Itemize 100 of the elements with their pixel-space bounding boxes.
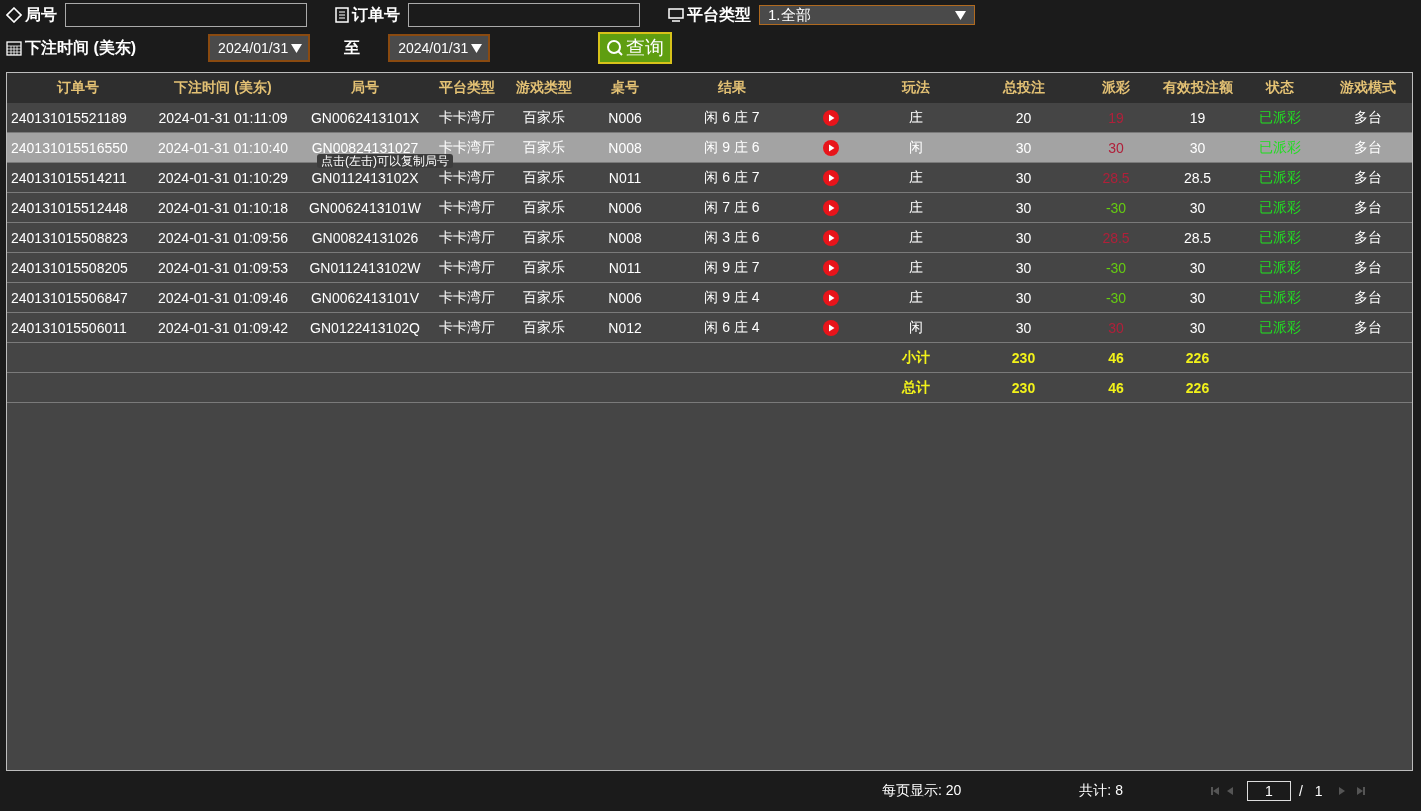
- round-number-cell[interactable]: GN0062413101W: [297, 199, 433, 216]
- table-number-cell-text: N006: [607, 109, 643, 126]
- round-number-cell[interactable]: GN0112413102W: [297, 259, 433, 276]
- payout-cell-text: 28.5: [1101, 229, 1131, 246]
- play-icon[interactable]: [823, 139, 839, 156]
- total-bet-cell-text: 30: [1014, 259, 1033, 276]
- column-header: 结果: [717, 79, 747, 97]
- column-header: 局号: [350, 79, 380, 97]
- order-number-cell-text: 240131015514211: [10, 169, 128, 186]
- total-bet-sum: 230: [1010, 349, 1037, 366]
- valid-bet-cell-text: 28.5: [1182, 229, 1213, 246]
- date-from-select[interactable]: 2024/01/31: [208, 34, 311, 62]
- monitor-icon: [668, 7, 684, 23]
- caret-icon: [955, 10, 966, 20]
- calendar-icon: [6, 40, 22, 56]
- bet-time-cell-text: 2024-01-31 01:10:18: [157, 199, 289, 216]
- total-label: 总计: [900, 378, 931, 397]
- play-icon[interactable]: [823, 319, 839, 336]
- bet-time-cell-text: 2024-01-31 01:09:46: [157, 289, 289, 306]
- result-cell-text: 闲 6 庄 7: [703, 108, 761, 127]
- column-header: 订单号: [55, 79, 100, 97]
- game-mode-cell-text: 多台: [1352, 228, 1383, 247]
- round-number-cell[interactable]: GN0112413102X: [297, 169, 433, 186]
- total-bet-cell-text: 30: [1014, 139, 1033, 156]
- game-type-cell-text: 百家乐: [522, 288, 566, 307]
- order-number-cell-text: 240131015512448: [10, 199, 129, 216]
- status-cell-text: 已派彩: [1258, 138, 1302, 157]
- column-header: 有效投注额: [1161, 79, 1234, 97]
- page-size-text: 每页显示: 20: [882, 782, 962, 800]
- platform-select[interactable]: 1.全部: [759, 5, 975, 25]
- round-number-cell[interactable]: GN0122413102Q: [297, 319, 433, 336]
- caret-icon: [471, 43, 483, 53]
- play-icon[interactable]: [823, 169, 839, 186]
- platform-cell-text: 卡卡湾厅: [438, 288, 496, 307]
- order-number-cell-text: 240131015516550: [10, 139, 129, 156]
- platform-cell-text: 卡卡湾厅: [438, 258, 496, 277]
- order-number-cell-text: 240131015506847: [10, 289, 129, 306]
- bet-time-cell-text: 2024-01-31 01:11:09: [157, 109, 289, 126]
- game-mode-cell-text: 多台: [1352, 198, 1383, 217]
- column-header: 状态: [1264, 79, 1295, 97]
- platform-cell-text: 卡卡湾厅: [438, 168, 496, 187]
- result-cell-text: 闲 9 庄 7: [703, 258, 761, 277]
- status-cell-text: 已派彩: [1258, 168, 1302, 187]
- status-cell-text: 已派彩: [1258, 258, 1302, 277]
- table-number-cell-text: N011: [607, 169, 643, 186]
- status-cell-text: 已派彩: [1258, 318, 1302, 337]
- platform-cell-text: 卡卡湾厅: [438, 108, 496, 127]
- game-type-cell-text: 百家乐: [522, 168, 566, 187]
- game-mode-cell-text: 多台: [1352, 138, 1383, 157]
- valid-bet-cell-text: 30: [1188, 259, 1207, 276]
- payout-cell-text: -30: [1104, 199, 1128, 216]
- bet-type-cell-text: 庄: [908, 228, 924, 247]
- payout-cell-text: 30: [1107, 139, 1125, 156]
- payout-cell-text: 30: [1107, 319, 1125, 336]
- round-number-cell[interactable]: GN00824131026: [297, 229, 433, 246]
- table-number-cell-text: N008: [607, 139, 643, 156]
- order-input[interactable]: [408, 3, 640, 27]
- play-icon[interactable]: [823, 229, 839, 246]
- column-header: 游戏类型: [515, 79, 573, 97]
- play-icon[interactable]: [823, 289, 839, 306]
- order-number-cell-text: 240131015521189: [10, 109, 128, 126]
- column-header: 游戏模式: [1338, 79, 1397, 97]
- total-bet-cell-text: 20: [1014, 109, 1033, 126]
- play-icon[interactable]: [823, 259, 839, 276]
- game-type-cell-text: 百家乐: [522, 318, 566, 337]
- total-bet-cell-text: 30: [1014, 319, 1033, 336]
- bet-type-cell-text: 庄: [908, 198, 924, 217]
- column-header: 平台类型: [438, 79, 496, 97]
- document-icon: [335, 7, 349, 23]
- caret-icon: [291, 43, 303, 53]
- game-type-cell-text: 百家乐: [522, 138, 566, 157]
- result-cell-text: 闲 9 庄 6: [703, 138, 761, 157]
- game-mode-cell-text: 多台: [1352, 288, 1383, 307]
- bet-type-cell-text: 庄: [908, 258, 924, 277]
- diamond-icon: [6, 7, 22, 23]
- total-pages-text: 1: [1314, 783, 1323, 799]
- search-icon: [606, 39, 625, 57]
- column-header: 派彩: [1101, 79, 1131, 97]
- total-bet-cell-text: 30: [1014, 199, 1033, 216]
- table-number-cell-text: N008: [607, 229, 643, 246]
- table-number-cell-text: N006: [607, 199, 643, 216]
- platform-cell-text: 卡卡湾厅: [438, 198, 496, 217]
- bet-type-cell-text: 庄: [908, 168, 924, 187]
- play-icon[interactable]: [823, 199, 839, 216]
- round-input[interactable]: [65, 3, 307, 27]
- total-bet-cell-text: 30: [1014, 169, 1033, 186]
- payout-cell-text: -30: [1104, 259, 1128, 276]
- round-number-cell[interactable]: GN0062413101X: [297, 109, 433, 126]
- page-input[interactable]: 1: [1246, 781, 1291, 801]
- bet-time-cell-text: 2024-01-31 01:10:40: [157, 139, 289, 156]
- play-icon[interactable]: [823, 109, 839, 126]
- result-cell-text: 闲 9 庄 4: [703, 288, 761, 307]
- valid-bet-cell-text: 30: [1188, 319, 1207, 336]
- payout-cell-text: -30: [1104, 289, 1128, 306]
- date-to-select[interactable]: 2024/01/31: [388, 34, 491, 62]
- order-label: 订单号: [352, 4, 400, 25]
- table-number-cell-text: N012: [607, 319, 643, 336]
- round-label: 局号: [25, 4, 57, 25]
- round-number-cell[interactable]: GN0062413101V: [297, 289, 433, 306]
- bet-type-cell-text: 庄: [908, 108, 924, 127]
